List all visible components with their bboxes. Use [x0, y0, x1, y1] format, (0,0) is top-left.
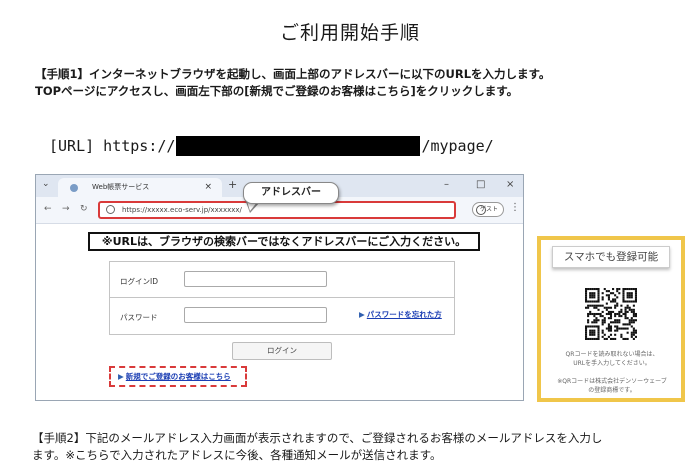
- forgot-password-text: パスワードを忘れた方: [366, 310, 442, 319]
- url-notice: ※URLは、ブラウザの検索バーではなくアドレスバーにご入力ください。: [88, 232, 480, 251]
- smartphone-qr-box: スマホでも登録可能 QRコードを読み取れない場合は、 URLを手入力してください…: [537, 236, 685, 402]
- login-id-label: ログインID: [120, 277, 158, 286]
- step2-line1: 【手順2】下記のメールアドレス入力画面が表示されますので、ご登録されるお客様のメ…: [32, 431, 603, 445]
- kebab-menu-icon[interactable]: ⋮: [510, 202, 520, 213]
- smartphone-label: スマホでも登録可能: [552, 246, 670, 268]
- qr-trademark-note: ※QRコードは株式会社デンソーウェーブ の登録商標です。: [547, 377, 677, 395]
- login-id-input[interactable]: [184, 271, 327, 287]
- link-arrow-icon: ▶: [359, 310, 365, 319]
- step2-line2: ます。※こちらで入力されたアドレスに今後、各種通知メールが送信されます。: [32, 448, 442, 462]
- login-button[interactable]: ログイン: [232, 342, 332, 360]
- forgot-password-link[interactable]: ▶ パスワードを忘れた方: [359, 309, 442, 320]
- tab-list-chevron-icon[interactable]: ⌄: [42, 179, 50, 189]
- register-link-text: 新規でご登録のお客様はこちら: [125, 372, 231, 381]
- url-line: [URL] https:// /mypage/: [49, 136, 494, 156]
- site-info-icon[interactable]: [106, 205, 115, 214]
- qr-fallback-line2: URLを手入力してください。: [573, 360, 651, 367]
- window-close-icon[interactable]: ×: [506, 179, 514, 190]
- password-input[interactable]: [184, 307, 327, 323]
- qr-fallback-line1: QRコードを読み取れない場合は、: [565, 351, 659, 358]
- new-tab-icon[interactable]: +: [228, 178, 237, 191]
- address-text: https://xxxxx.eco-serv.jp/xxxxxxx/: [122, 206, 242, 214]
- login-form: ログインID パスワード ▶ パスワードを忘れた方: [109, 261, 455, 335]
- step1-line2: TOPページにアクセスし、画面左下部の[新規でご登録のお客様はこちら]をクリック…: [35, 84, 519, 98]
- qr-trademark-line2: の登録商標です。: [588, 387, 636, 394]
- register-link[interactable]: ▶ 新規でご登録のお客様はこちら: [109, 366, 247, 387]
- url-redacted-block: [176, 136, 421, 156]
- step2-instructions: 【手順2】下記のメールアドレス入力画面が表示されますので、ご登録されるお客様のメ…: [32, 430, 602, 464]
- reload-icon[interactable]: ↻: [80, 204, 88, 214]
- password-label: パスワード: [120, 313, 158, 322]
- password-row: パスワード ▶ パスワードを忘れた方: [110, 298, 454, 335]
- qr-trademark-line1: ※QRコードは株式会社デンソーウェーブ: [557, 378, 667, 385]
- tab-favicon-icon: [70, 184, 78, 192]
- forward-arrow-icon[interactable]: →: [62, 204, 70, 214]
- tab-title: Web帳票サービス: [92, 183, 150, 191]
- qr-fallback-note: QRコードを読み取れない場合は、 URLを手入力してください。: [547, 350, 677, 368]
- minimize-icon[interactable]: –: [444, 179, 449, 190]
- browser-window: ⌄ Web帳票サービス × + – □ × ← → ↻ https://xxxx…: [35, 174, 524, 401]
- url-prefix: [URL] https://: [49, 137, 176, 155]
- tab-close-icon[interactable]: ×: [204, 178, 212, 197]
- maximize-icon[interactable]: □: [476, 179, 485, 190]
- qr-code-icon[interactable]: [585, 288, 637, 340]
- login-id-row: ログインID: [110, 262, 454, 298]
- back-arrow-icon[interactable]: ←: [44, 204, 52, 214]
- link-arrow-icon: ▶: [118, 372, 124, 381]
- step1-instructions: 【手順1】インターネットブラウザを起動し、画面上部のアドレスバーに以下のURLを…: [35, 66, 550, 100]
- guest-profile-button[interactable]: ゲスト: [472, 202, 504, 217]
- page-title: ご利用開始手順: [279, 22, 420, 44]
- address-bar-callout: アドレスバー: [243, 182, 339, 204]
- step1-line1: 【手順1】インターネットブラウザを起動し、画面上部のアドレスバーに以下のURLを…: [35, 67, 551, 81]
- url-suffix: /mypage/: [421, 137, 494, 155]
- browser-tab[interactable]: Web帳票サービス ×: [58, 178, 222, 197]
